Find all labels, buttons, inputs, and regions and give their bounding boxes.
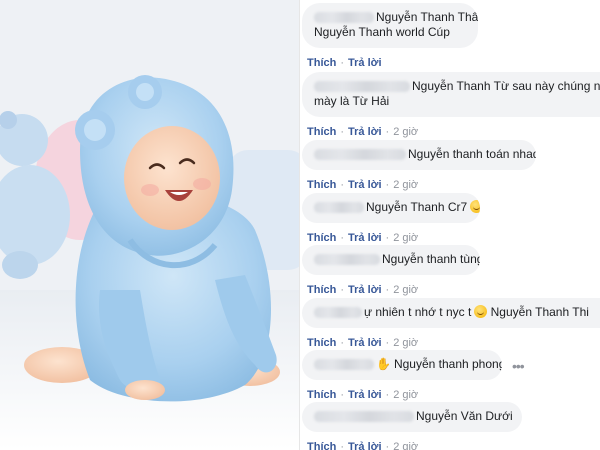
blurred-username (314, 359, 374, 371)
like-link[interactable]: Thích (307, 179, 336, 191)
like-link[interactable]: Thích (307, 57, 336, 69)
comment-actions: Thích · Trả lời · 2 giờ (307, 126, 600, 139)
more-options-icon[interactable]: ••• (512, 358, 525, 374)
comment-text: Nguyễn Thanh Thân (376, 10, 478, 24)
blurred-username (314, 81, 410, 93)
comment-item: ✋ Nguyễn thanh phong ••• Thích · Trả lời · 2 … (302, 350, 525, 402)
comment-actions: Thích · Trả lời · 2 giờ (307, 284, 480, 297)
like-link[interactable]: Thích (307, 232, 336, 244)
comment-actions: Thích · Trả lời (307, 57, 478, 70)
comment-actions: Thích · Trả lời · 2 giờ (307, 337, 600, 350)
separator-dot: · (340, 232, 345, 244)
like-link[interactable]: Thích (307, 441, 336, 450)
blurred-username (314, 307, 362, 319)
comment-bubble: Nguyễn thanh toán nhad (302, 140, 536, 170)
comment-list: Nguyễn Thanh Thân Nguyễn Thanh world Cúp… (300, 0, 600, 450)
separator-dot: · (340, 389, 345, 401)
comment-text-line2: Nguyễn Thanh world Cúp (314, 25, 450, 39)
comment-item: Nguyễn thanh toán nhad Thích · Trả lời · 2 g… (302, 140, 536, 192)
comment-text: Nguyễn Thanh Từ sau này chúng nó s (412, 79, 600, 93)
baby-photo (0, 0, 300, 450)
reply-link[interactable]: Trả lời (348, 179, 382, 191)
separator-dot: · (340, 337, 345, 349)
separator-dot: · (385, 126, 390, 138)
comment-timestamp[interactable]: 2 giờ (393, 126, 418, 138)
comment-timestamp[interactable]: 2 giờ (393, 232, 418, 244)
reply-link[interactable]: Trả lời (348, 232, 382, 244)
comment-item: Nguyễn Thanh Từ sau này chúng nó s mày l… (302, 72, 600, 139)
comment-actions: Thích · Trả lời · 2 giờ (307, 389, 502, 402)
comment-text: Nguyễn Thanh Cr7 (366, 200, 468, 214)
separator-dot: · (340, 179, 345, 191)
reply-link[interactable]: Trả lời (348, 57, 382, 69)
reply-link[interactable]: Trả lời (348, 284, 382, 296)
blurred-username (314, 254, 380, 266)
comment-bubble: Nguyễn Thanh Từ sau này chúng nó s mày l… (302, 72, 600, 117)
comment-item: Nguyễn Thanh Cr7 Thích · Trả lời · 2 giờ (302, 193, 480, 245)
comment-timestamp[interactable]: 2 giờ (393, 284, 418, 296)
comment-bubble: Nguyễn Thanh Thân Nguyễn Thanh world Cúp (302, 3, 478, 48)
comment-timestamp[interactable]: 2 giờ (393, 441, 418, 450)
like-link[interactable]: Thích (307, 337, 336, 349)
smile-emoji-icon (470, 200, 480, 213)
separator-dot: · (385, 284, 390, 296)
wave-hand-icon: ✋ (376, 357, 391, 371)
comment-text: Nguyễn Thanh Thi (490, 305, 589, 319)
comment-actions: Thích · Trả lời · 2 giờ (307, 179, 536, 192)
comment-item: ự nhiên t nhớ t nyc t Nguyễn Thanh Thi T… (302, 298, 600, 350)
blurred-username (314, 202, 364, 214)
reply-link[interactable]: Trả lời (348, 389, 382, 401)
like-link[interactable]: Thích (307, 126, 336, 138)
reply-link[interactable]: Trả lời (348, 126, 382, 138)
comment-text: Nguyễn thanh phong (393, 357, 502, 371)
separator-dot: · (385, 232, 390, 244)
comment-text: Nguyễn Văn Dưới (416, 409, 513, 423)
comment-item: Nguyễn Văn Dưới Thích · Trả lời · 2 giờ (302, 402, 522, 450)
separator-dot: · (340, 441, 345, 450)
comment-text: Nguyễn thanh toán nhad (408, 147, 536, 161)
comment-timestamp[interactable]: 2 giờ (393, 179, 418, 191)
comment-bubble: Nguyễn Thanh Cr7 (302, 193, 480, 223)
like-link[interactable]: Thích (307, 389, 336, 401)
comment-item: Nguyễn thanh tùng Thích · Trả lời · 2 giờ (302, 245, 480, 297)
comment-prefix-text: ự nhiên t nhớ t nyc t (364, 305, 472, 319)
separator-dot: · (340, 126, 345, 138)
smile-emoji-icon (474, 305, 488, 318)
comment-text-line2: mày là Từ Hải (314, 94, 390, 108)
baby-illustration (0, 0, 300, 450)
comment-actions: Thích · Trả lời · 2 giờ (307, 441, 522, 450)
separator-dot: · (385, 337, 390, 349)
separator-dot: · (340, 57, 345, 69)
comment-bubble: ✋ Nguyễn thanh phong (302, 350, 502, 380)
reply-link[interactable]: Trả lời (348, 441, 382, 450)
comment-item: Nguyễn Thanh Thân Nguyễn Thanh world Cúp… (302, 3, 478, 70)
comment-timestamp[interactable]: 2 giờ (393, 389, 418, 401)
comment-actions: Thích · Trả lời · 2 giờ (307, 232, 480, 245)
comment-bubble: ự nhiên t nhớ t nyc t Nguyễn Thanh Thi (302, 298, 600, 328)
blurred-username (314, 411, 414, 423)
comment-text: Nguyễn thanh tùng (382, 252, 480, 266)
comment-bubble: Nguyễn thanh tùng (302, 245, 480, 275)
blurred-username (314, 12, 374, 24)
like-link[interactable]: Thích (307, 284, 336, 296)
separator-dot: · (385, 441, 390, 450)
comment-timestamp[interactable]: 2 giờ (393, 337, 418, 349)
blurred-username (314, 149, 406, 161)
separator-dot: · (385, 179, 390, 191)
separator-dot: · (340, 284, 345, 296)
separator-dot: · (385, 389, 390, 401)
comment-bubble: Nguyễn Văn Dưới (302, 402, 522, 432)
reply-link[interactable]: Trả lời (348, 337, 382, 349)
